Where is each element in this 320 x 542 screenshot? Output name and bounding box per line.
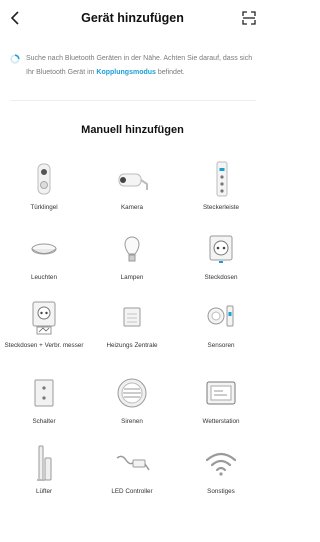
page-title: Gerät hinzufügen [81, 11, 184, 25]
device-label: Sonstiges [207, 488, 235, 495]
weather-station-icon [206, 381, 236, 405]
wifi-icon [205, 452, 237, 476]
bulb-icon [124, 236, 140, 262]
socket-icon [209, 235, 233, 263]
siren-icon [117, 378, 147, 408]
notice-text: Suche nach Bluetooth Geräten in der Nähe… [26, 52, 258, 80]
device-label: Steckdosen + Verbr. messer [4, 342, 84, 349]
device-label: Steckdosen [204, 274, 238, 281]
header: Gerät hinzufügen [0, 0, 265, 36]
device-label: Wetterstation [202, 418, 240, 425]
device-label: Lüfter [35, 488, 53, 495]
device-label: LED Controller [111, 488, 153, 495]
notice-text-after: befindet. [155, 69, 185, 76]
pairing-mode-link[interactable]: Kopplungsmodus [96, 69, 156, 76]
device-label: Sirenen [121, 418, 143, 425]
device-label: Leuchten [31, 274, 57, 281]
doorbell-icon [37, 163, 51, 195]
fan-icon [37, 445, 52, 481]
device-label: Türklingel [30, 204, 58, 211]
socket-meter-icon [32, 301, 56, 335]
device-label: Kamera [120, 204, 144, 211]
loading-spinner-icon [10, 54, 20, 64]
power-strip-icon [216, 161, 228, 197]
sensor-icon [207, 305, 234, 327]
heating-hub-icon [123, 307, 141, 327]
device-label: Lampen [120, 274, 144, 281]
device-label: Schalter [32, 418, 56, 425]
scan-icon[interactable] [242, 11, 256, 25]
switch-icon [34, 379, 54, 407]
ceiling-light-icon [31, 243, 57, 255]
device-label: Heizungs Zentrale [106, 342, 158, 349]
device-label: Sensoren [207, 342, 235, 349]
manual-add-heading: Manuell hinzufügen [81, 124, 184, 136]
camera-icon [118, 173, 148, 190]
device-label: Steckerleiste [202, 204, 240, 211]
led-controller-icon [116, 455, 150, 471]
divider [10, 100, 256, 101]
